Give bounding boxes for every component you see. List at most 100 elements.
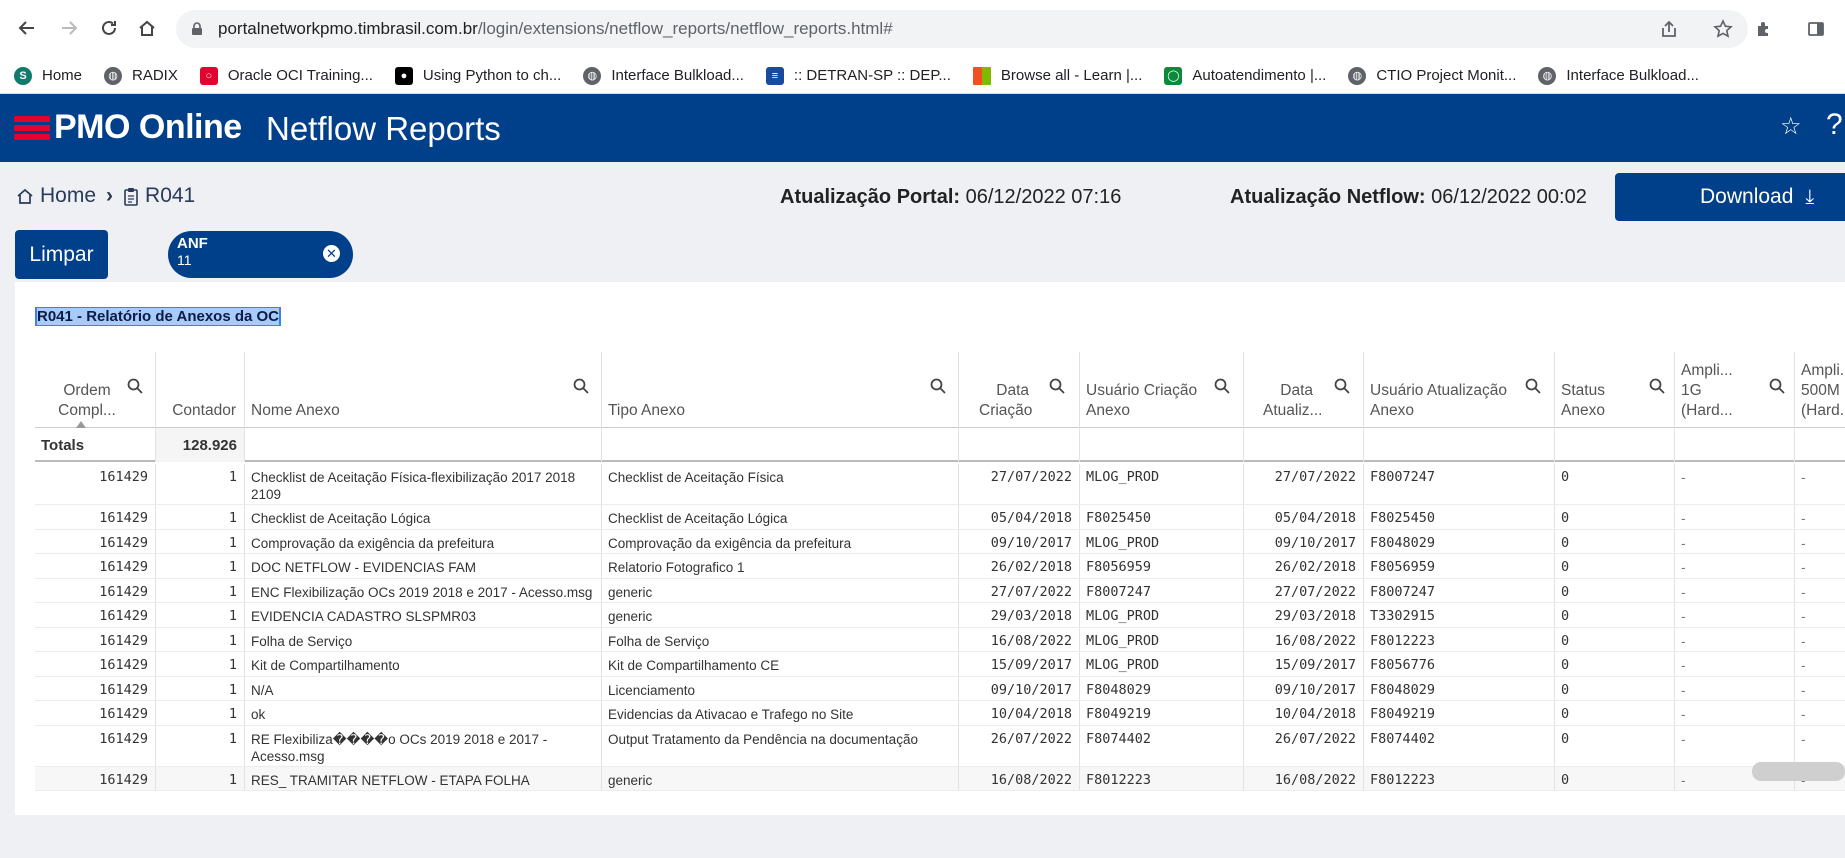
cell-usuario-atualizacao: F8025450 (1364, 505, 1555, 529)
cell-usuario-atualizacao: F8007247 (1364, 464, 1555, 504)
search-icon[interactable] (1049, 378, 1065, 394)
bookmark-label: CTIO Project Monit... (1376, 67, 1517, 84)
favorite-star-icon[interactable]: ☆ (1780, 112, 1802, 141)
address-bar[interactable]: portalnetworkpmo.timbrasil.com.br/login/… (176, 10, 1748, 48)
bookmark-oracle[interactable]: ○ Oracle OCI Training... (199, 66, 373, 85)
home-icon[interactable] (130, 11, 164, 45)
search-icon[interactable] (1769, 378, 1785, 394)
cell-tipo-anexo: Kit de Compartilhamento CE (602, 652, 959, 676)
cell-tipo-anexo: Output Tratamento da Pendência na docume… (602, 725, 959, 766)
cell-data-atualiz: 10/04/2018 (1244, 701, 1364, 725)
column-header-status-anexo[interactable]: Status Anexo (1555, 352, 1675, 428)
cell-data-atualiz: 09/10/2017 (1244, 529, 1364, 553)
column-header-data-atualiz[interactable]: Data Atualiz... (1244, 352, 1364, 428)
column-header-ampli-500m[interactable]: Ampli... 500M (Hard... (1795, 352, 1845, 428)
cell-tipo-anexo: Evidencias da Ativacao e Trafego no Site (602, 701, 959, 725)
cell-data-criacao: 05/04/2018 (959, 505, 1080, 529)
search-icon[interactable] (930, 378, 946, 394)
column-label: Tipo Anexo (608, 402, 685, 419)
column-header-contador[interactable]: Contador (156, 352, 245, 428)
help-icon[interactable]: ? (1826, 108, 1843, 142)
bookmark-interface-2[interactable]: ◍ Interface Bulkload... (1538, 66, 1699, 85)
filter-chip[interactable]: ANF 11 ✕ (168, 231, 353, 278)
totals-contador: 128.926 (156, 428, 245, 462)
search-icon[interactable] (1525, 378, 1541, 394)
cell-nome-anexo: Checklist de Aceitação Lógica (245, 505, 602, 529)
side-panel-icon[interactable] (1799, 12, 1833, 46)
cell-usuario-criacao: F8025450 (1080, 505, 1244, 529)
bookmark-home[interactable]: S Home (14, 66, 82, 85)
cell-ampli-500m: - (1801, 470, 1806, 485)
cell-usuario-criacao: F8049219 (1080, 701, 1244, 725)
cell-status-anexo: 0 (1555, 529, 1675, 553)
cell-usuario-atualizacao: F8056776 (1364, 652, 1555, 676)
table-row[interactable]: 161429 1 ok Evidencias da Ativacao e Trafeg… (35, 701, 1845, 726)
table-row[interactable]: 161429 1 Checklist de Aceitação Física-fle… (35, 464, 1845, 505)
bookmark-ctio[interactable]: ◍ CTIO Project Monit... (1348, 66, 1517, 85)
cell-nome-anexo: Kit de Compartilhamento (245, 652, 602, 676)
cell-data-criacao: 16/08/2022 (959, 766, 1080, 790)
table-row[interactable]: 161429 1 Folha de Serviço Folha de Serviço 1… (35, 627, 1845, 652)
table-row[interactable]: 161429 1 Comprovação da exigência da prefe… (35, 529, 1845, 554)
bookmark-autoatendimento[interactable]: ◯ Autoatendimento |... (1164, 66, 1326, 85)
app-brand: PMO Online (54, 108, 242, 146)
logo-icon (14, 116, 50, 140)
cell-status-anexo: 0 (1555, 701, 1675, 725)
cell-nome-anexo: RE Flexibiliza����o OCs 2019 2018 e 2017… (245, 725, 602, 766)
table-row[interactable]: 161429 1 Kit de Compartilhamento Kit de Com… (35, 652, 1845, 677)
cell-ampli-1g: - (1675, 554, 1795, 578)
cell-data-criacao: 09/10/2017 (959, 529, 1080, 553)
bookmark-radix[interactable]: ◍ RADIX (104, 66, 178, 85)
bookmark-python[interactable]: ● Using Python to ch... (394, 66, 561, 85)
cell-ordem: 161429 (35, 676, 156, 700)
column-header-nome-anexo[interactable]: Nome Anexo (245, 352, 602, 428)
portal-update-label: Atualização Portal: (780, 186, 961, 208)
cell-ordem: 161429 (35, 766, 156, 790)
cell-ampli-1g: - (1675, 464, 1795, 504)
table-row[interactable]: 161429 1 RE Flexibiliza����o OCs 2019 2018… (35, 725, 1845, 767)
cell-data-criacao: 27/07/2022 (959, 464, 1080, 504)
search-icon[interactable] (1334, 378, 1350, 394)
remove-filter-icon[interactable]: ✕ (323, 245, 340, 262)
cell-ordem: 161429 (35, 578, 156, 602)
back-icon[interactable] (10, 11, 44, 45)
bookmark-learn[interactable]: Browse all - Learn |... (972, 66, 1142, 85)
cell-usuario-criacao: F8007247 (1080, 578, 1244, 602)
microsoft-icon (972, 66, 991, 85)
table-row[interactable]: 161429 1 N/A Licenciamento 09/10/2017 F804802… (35, 676, 1845, 701)
cell-data-atualiz: 27/07/2022 (1244, 578, 1364, 602)
breadcrumb-home[interactable]: Home (40, 184, 96, 208)
extensions-icon[interactable] (1747, 12, 1781, 46)
cell-usuario-criacao: F8012223 (1080, 766, 1244, 790)
cell-ampli-500m: - (1801, 658, 1806, 673)
bookmark-interface-1[interactable]: ◍ Interface Bulkload... (583, 66, 744, 85)
search-icon[interactable] (573, 378, 589, 394)
table-row[interactable]: 161429 1 Checklist de Aceitação Lógica Chec… (35, 505, 1845, 530)
bookmark-detran[interactable]: ≡:: DETRAN-SP :: DEP... (765, 66, 951, 85)
table-row[interactable]: 161429 1 ENC Flexibilização OCs 2019 2018 … (35, 578, 1845, 603)
search-icon[interactable] (1649, 378, 1665, 394)
table-row[interactable]: 161429 1 DOC NETFLOW - EVIDENCIAS FAM Relat… (35, 554, 1845, 579)
search-icon[interactable] (127, 378, 143, 394)
bookmark-label: :: DETRAN-SP :: DEP... (793, 67, 951, 84)
bookmark-label: Interface Bulkload... (1566, 67, 1699, 84)
share-icon[interactable] (1652, 12, 1686, 46)
reload-icon[interactable] (92, 11, 126, 45)
column-header-usuario-criacao[interactable]: Usuário Criação Anexo (1080, 352, 1244, 428)
column-header-data-criacao[interactable]: Data Criação (959, 352, 1080, 428)
table-row[interactable]: 161429 1 RES_ TRAMITAR NETFLOW - ETAPA FOL… (35, 766, 1845, 791)
column-header-tipo-anexo[interactable]: Tipo Anexo (602, 352, 959, 428)
column-header-usuario-atualizacao[interactable]: Usuário Atualização Anexo (1364, 352, 1555, 428)
bookmark-star-icon[interactable] (1706, 12, 1740, 46)
table-row[interactable]: 161429 1 EVIDENCIA CADASTRO SLSPMR03 generi… (35, 603, 1845, 628)
column-header-ordem[interactable]: Ordem Compl... (35, 352, 156, 428)
horizontal-scrollbar[interactable] (1752, 762, 1845, 781)
column-header-ampli-1g[interactable]: Ampli... 1G (Hard... (1675, 352, 1795, 428)
search-icon[interactable] (1214, 378, 1230, 394)
download-button[interactable]: Download ⤓ (1615, 173, 1845, 221)
totals-label: Totals (35, 428, 156, 462)
clear-filters-button[interactable]: Limpar (15, 230, 108, 279)
column-label: Nome Anexo (251, 402, 340, 419)
forward-icon[interactable] (52, 11, 86, 45)
cell-nome-anexo: DOC NETFLOW - EVIDENCIAS FAM (245, 554, 602, 578)
